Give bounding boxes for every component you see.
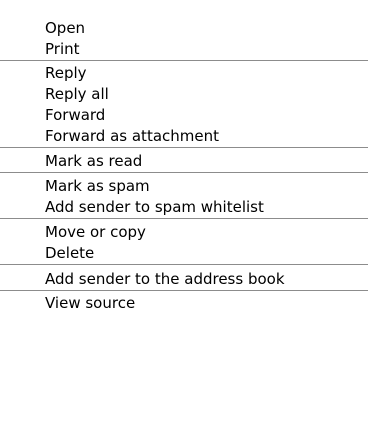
context-menu: Open Print Reply Reply all Forward Forwa… (0, 0, 368, 432)
menu-item-open[interactable]: Open (0, 18, 368, 39)
menu-item-add-sender-spam-whitelist[interactable]: Add sender to spam whitelist (0, 197, 368, 218)
menu-item-delete[interactable]: Delete (0, 243, 368, 264)
menu-group-mark-read: Mark as read (0, 147, 368, 172)
menu-item-forward[interactable]: Forward (0, 105, 368, 126)
menu-item-mark-as-read[interactable]: Mark as read (0, 151, 368, 172)
menu-item-mark-as-spam[interactable]: Mark as spam (0, 176, 368, 197)
menu-group-open-print: Open Print (0, 0, 368, 60)
menu-group-move-delete: Move or copy Delete (0, 218, 368, 264)
menu-item-view-source[interactable]: View source (0, 293, 368, 314)
menu-item-forward-as-attachment[interactable]: Forward as attachment (0, 126, 368, 147)
menu-item-move-or-copy[interactable]: Move or copy (0, 222, 368, 243)
menu-group-address-book: Add sender to the address book (0, 264, 368, 290)
menu-item-print[interactable]: Print (0, 39, 368, 60)
menu-item-reply-all[interactable]: Reply all (0, 84, 368, 105)
menu-item-add-sender-address-book[interactable]: Add sender to the address book (0, 269, 368, 290)
menu-item-reply[interactable]: Reply (0, 63, 368, 84)
menu-group-reply: Reply Reply all Forward Forward as attac… (0, 60, 368, 147)
menu-group-spam: Mark as spam Add sender to spam whitelis… (0, 172, 368, 218)
menu-group-view-source: View source (0, 290, 368, 314)
